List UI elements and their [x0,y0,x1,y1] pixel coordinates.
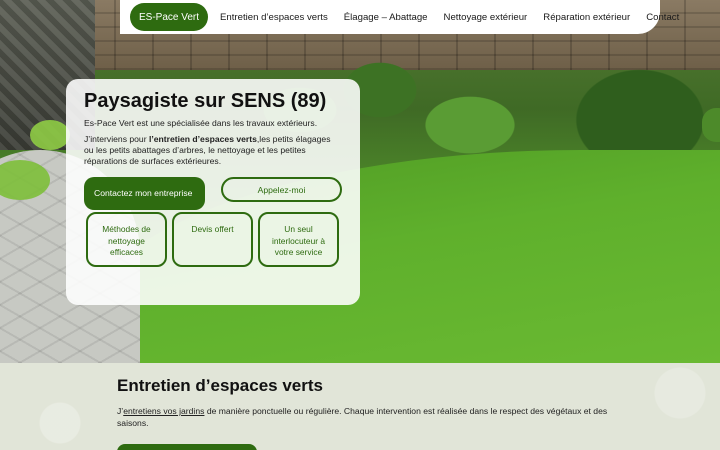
services-section: Entretien d’espaces verts J’entretiens v… [0,363,720,450]
gardens-link[interactable]: entretiens vos jardins [123,406,204,416]
feature-item-contact[interactable]: Un seul interlocuteur à votre service [258,212,339,267]
page-title: Paysagiste sur SENS (89) [84,90,327,112]
fern-plant [30,120,70,150]
side-scroll-button[interactable] [702,108,720,142]
call-button[interactable]: Appelez-moi [221,177,342,202]
hero-card: Paysagiste sur SENS (89) Es-Pace Vert es… [66,79,360,305]
hero-body-prefix: J’interviens pour [84,134,149,144]
nav-item-elagage[interactable]: Élagage – Abattage [336,12,436,23]
feature-item-methods[interactable]: Méthodes de nettoyage efficaces [86,212,167,267]
nav-item-nettoyage[interactable]: Nettoyage extérieur [436,12,536,23]
section-title: Entretien d’espaces verts [117,376,323,395]
section-cta-button[interactable] [117,444,257,450]
feature-list: Méthodes de nettoyage efficaces Devis of… [86,212,342,267]
hero-buttons: Contactez mon entreprise Appelez-moi [84,177,342,210]
nav-item-reparation[interactable]: Réparation extérieur [535,12,638,23]
feature-item-quote[interactable]: Devis offert [172,212,253,267]
section-description: J’entretiens vos jardins de manière ponc… [117,405,617,429]
hero-body: J’interviens pour l’entretien d’espaces … [84,134,342,167]
hero-body-bold: l’entretien d’espaces verts [148,134,257,144]
nav-item-contact[interactable]: Contact [638,12,687,23]
nav-item-entretien[interactable]: Entretien d’espaces verts [212,12,336,23]
top-navigation: ES-Pace Vert Entretien d’espaces verts É… [120,0,679,34]
hero-intro: Es-Pace Vert est une spécialisée dans le… [84,118,318,128]
nav-brand-button[interactable]: ES-Pace Vert [130,3,209,31]
contact-button[interactable]: Contactez mon entreprise [84,177,205,210]
